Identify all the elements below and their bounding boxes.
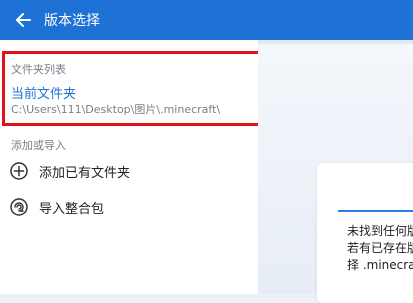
main-panel: 未找到任何版 若有已存在版 择 .minecraft	[258, 40, 413, 303]
add-existing-folder-label: 添加已有文件夹	[39, 165, 131, 181]
import-modpack-button[interactable]: 导入整合包	[8, 194, 248, 220]
card-message: 未找到任何版 若有已存在版 择 .minecraft	[347, 223, 413, 274]
sidebar: 文件夹列表 当前文件夹 C:\Users\111\Desktop\图片\.min…	[0, 40, 267, 294]
page-title: 版本选择	[44, 13, 100, 29]
title-bar: 版本选择	[0, 0, 413, 40]
add-import-heading: 添加或导入	[11, 139, 66, 152]
message-line: 择 .minecraft	[347, 258, 413, 272]
package-icon	[8, 196, 30, 218]
card-accent-bar	[338, 210, 413, 212]
message-line: 若有已存在版	[347, 241, 413, 255]
arrow-left-icon	[16, 13, 31, 27]
highlight-box	[2, 51, 267, 126]
back-button[interactable]	[12, 9, 34, 31]
main-top-strip	[258, 40, 413, 44]
message-card: 未找到任何版 若有已存在版 择 .minecraft	[317, 163, 413, 303]
plus-circle-icon	[8, 160, 30, 182]
message-line: 未找到任何版	[347, 224, 413, 238]
add-existing-folder-button[interactable]: 添加已有文件夹	[8, 158, 248, 184]
import-modpack-label: 导入整合包	[39, 201, 105, 217]
